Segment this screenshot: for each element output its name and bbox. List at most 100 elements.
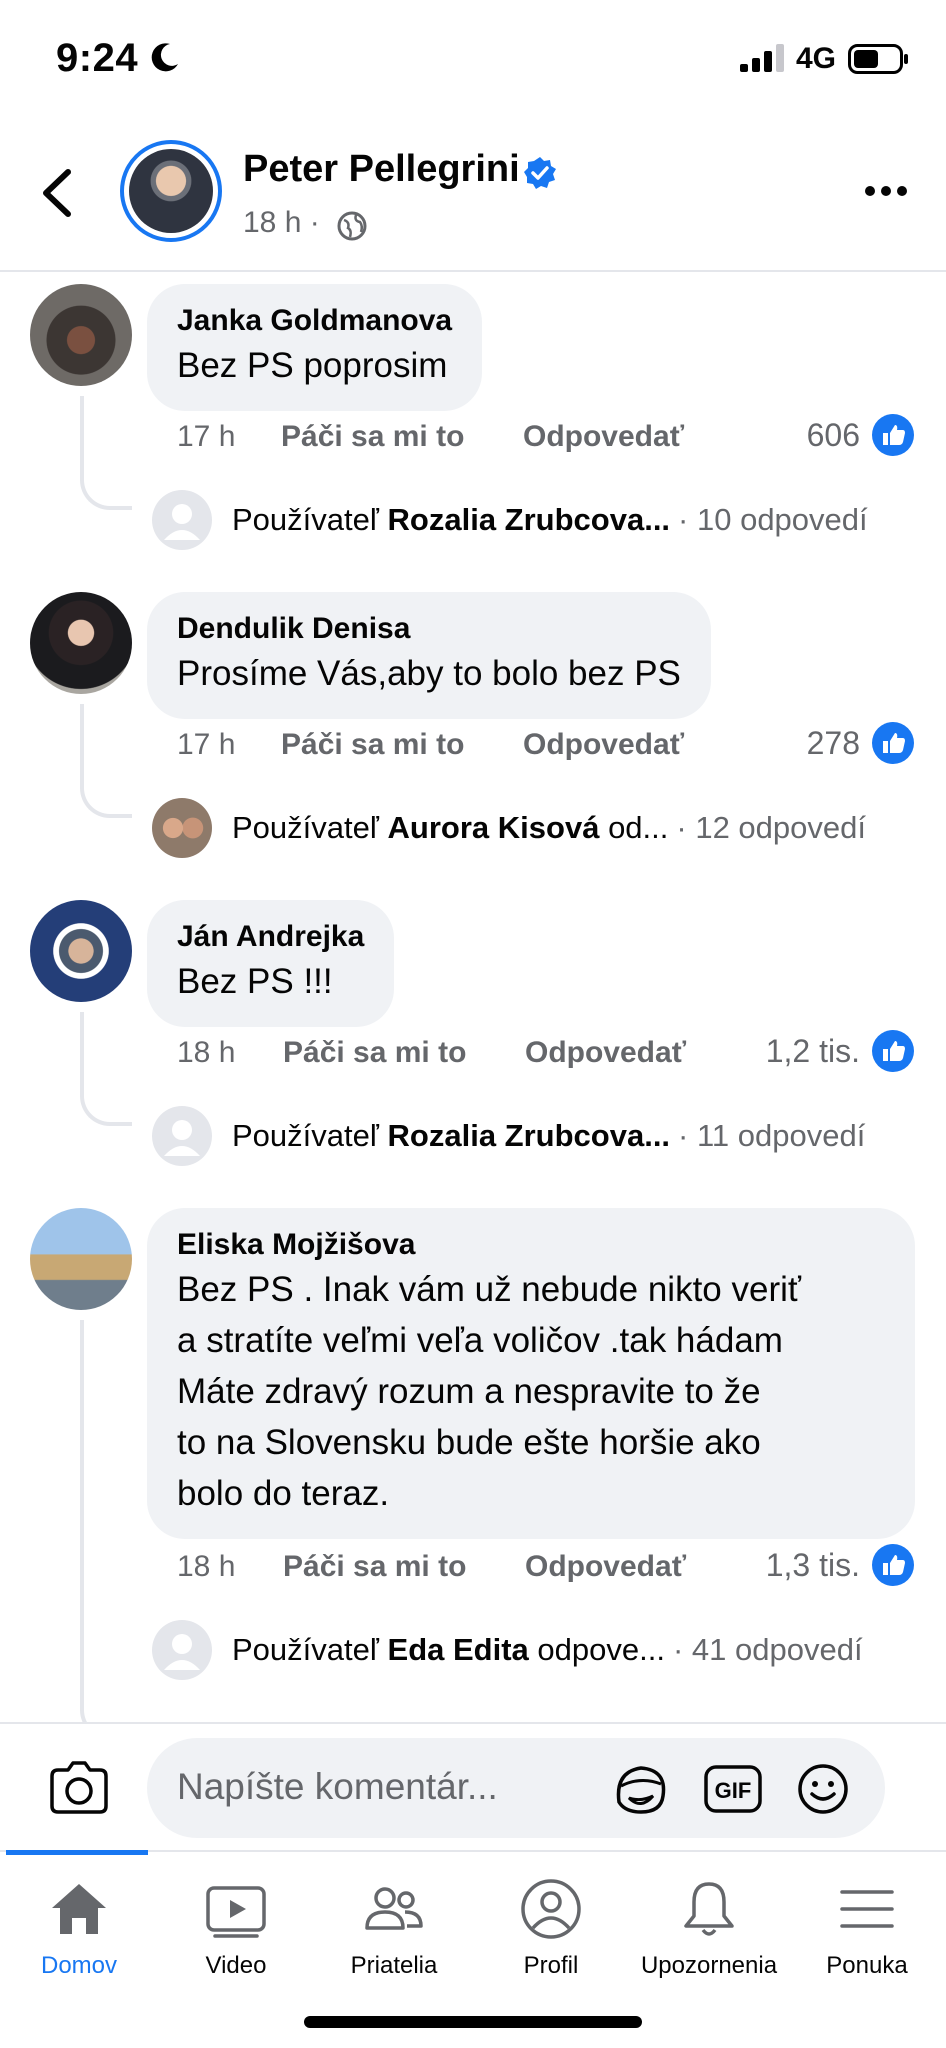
author-avatar[interactable]	[120, 140, 222, 242]
moon-icon	[151, 43, 178, 72]
tab-menu[interactable]: Ponuka	[788, 1876, 946, 1996]
like-count: 606	[806, 416, 860, 453]
signal-icon	[740, 44, 784, 72]
reply-avatar	[152, 798, 212, 858]
like-button[interactable]: Páči sa mi to	[283, 1036, 466, 1070]
tab-video[interactable]: Video	[157, 1876, 315, 1996]
status-time: 9:24	[56, 36, 139, 80]
friends-icon	[365, 1887, 423, 1930]
comment-bubble: Eliska Mojžišova Bez PS . Inak vám už ne…	[147, 1208, 915, 1539]
comment-text: Prosíme Vás,aby to bolo bez PS	[177, 654, 681, 693]
reply-count: · 10 odpovedí	[678, 502, 868, 537]
comment-bubble: Janka Goldmanova Bez PS poprosim	[147, 284, 483, 411]
comment-age: 17 h	[177, 420, 236, 453]
like-reaction-icon	[872, 1544, 914, 1586]
commenter-name[interactable]: Eliska Mojžišova	[177, 1226, 885, 1264]
tab-friends[interactable]: Priatelia	[315, 1876, 473, 1996]
like-button[interactable]: Páči sa mi to	[281, 420, 464, 454]
comment-text: Bez PS !!!	[177, 962, 333, 1001]
comment-composer: Napíšte komentár... GIF	[0, 1722, 946, 1850]
globe-icon	[337, 211, 367, 241]
comment-age: 17 h	[177, 728, 236, 761]
like-reaction-icon	[872, 414, 914, 456]
commenter-name[interactable]: Dendulik Denisa	[177, 610, 681, 648]
author-name[interactable]: Peter Pellegrini	[243, 148, 520, 191]
reply-button[interactable]: Odpovedať	[523, 728, 684, 762]
reply-button[interactable]: Odpovedať	[525, 1550, 686, 1584]
commenter-name[interactable]: Janka Goldmanova	[177, 302, 452, 340]
thread-connector	[80, 1012, 132, 1126]
active-tab-indicator	[6, 1850, 148, 1855]
reply-avatar	[152, 490, 212, 550]
status-bar: 9:24 4G	[0, 0, 946, 120]
comment-text: Bez PS poprosim	[177, 346, 448, 385]
like-button[interactable]: Páči sa mi to	[281, 728, 464, 762]
tab-home[interactable]: Domov	[0, 1876, 158, 1996]
profile-icon	[521, 1879, 581, 1939]
commenter-avatar[interactable]	[30, 592, 132, 694]
like-count: 1,2 tis.	[765, 1032, 860, 1069]
thread-connector	[80, 1320, 132, 1740]
bell-icon	[684, 1882, 734, 1936]
comment-input[interactable]: Napíšte komentár... GIF	[147, 1738, 885, 1838]
reply-avatar	[152, 1106, 212, 1166]
comment-text: Bez PS . Inak vám už nebude nikto veriť …	[177, 1270, 802, 1513]
video-icon	[206, 1886, 266, 1938]
reply-summary: Používateľ Aurora Kisová od...	[232, 810, 669, 845]
thread-connector	[80, 704, 132, 818]
home-icon	[52, 1884, 106, 1934]
reply-count: · 41 odpovedí	[672, 1632, 863, 1667]
like-count: 278	[806, 724, 860, 761]
view-replies[interactable]: Používateľ Eda Edita odpove... · 41 odpo…	[152, 1620, 863, 1680]
comment-bubble: Dendulik Denisa Prosíme Vás,aby to bolo …	[147, 592, 711, 719]
tab-notifications[interactable]: Upozornenia	[630, 1876, 788, 1996]
tab-label: Ponuka	[826, 1952, 908, 1979]
reply-button[interactable]: Odpovedať	[525, 1036, 686, 1070]
avatar-sticker-icon[interactable]	[611, 1762, 671, 1816]
reaction-count[interactable]: 278	[807, 722, 914, 764]
gif-icon[interactable]: GIF	[703, 1762, 763, 1816]
like-reaction-icon	[872, 722, 914, 764]
reply-count: · 12 odpovedí	[676, 810, 866, 845]
more-options-icon[interactable]	[864, 184, 908, 198]
view-replies[interactable]: Používateľ Rozalia Zrubcova... · 11 odpo…	[152, 1106, 865, 1166]
tab-label: Domov	[40, 1952, 118, 1979]
commenter-avatar[interactable]	[30, 1208, 132, 1310]
reaction-count[interactable]: 1,2 tis.	[766, 1030, 914, 1072]
view-replies[interactable]: Používateľ Rozalia Zrubcova... · 10 odpo…	[152, 490, 868, 550]
tab-profile[interactable]: Profil	[472, 1876, 630, 1996]
menu-icon	[840, 1890, 894, 1928]
tab-label: Video	[205, 1952, 267, 1979]
comment-age: 18 h	[177, 1036, 236, 1069]
comment-placeholder: Napíšte komentár...	[177, 1766, 498, 1807]
network-type: 4G	[796, 42, 837, 75]
reply-count: · 11 odpovedí	[678, 1118, 866, 1153]
like-button[interactable]: Páči sa mi to	[283, 1550, 466, 1584]
view-replies[interactable]: Používateľ Aurora Kisová od... · 12 odpo…	[152, 798, 866, 858]
svg-text:GIF: GIF	[715, 1778, 752, 1803]
reply-button[interactable]: Odpovedať	[523, 420, 684, 454]
reply-avatar	[152, 1620, 212, 1680]
tab-label: Profil	[523, 1952, 579, 1979]
commenter-name[interactable]: Ján Andrejka	[177, 918, 364, 956]
reaction-count[interactable]: 1,3 tis.	[766, 1544, 914, 1586]
reaction-count[interactable]: 606	[807, 414, 914, 456]
tab-label: Priatelia	[350, 1952, 438, 1979]
back-icon[interactable]	[38, 168, 78, 218]
post-age: 18 h ·	[243, 206, 320, 239]
reply-summary: Používateľ Rozalia Zrubcova...	[232, 1118, 671, 1153]
battery-icon	[848, 44, 908, 74]
post-header: Peter Pellegrini 18 h ·	[0, 120, 946, 272]
verified-badge-icon	[524, 157, 556, 189]
emoji-icon[interactable]	[793, 1762, 853, 1816]
reply-summary: Používateľ Rozalia Zrubcova...	[232, 502, 671, 537]
commenter-avatar[interactable]	[30, 900, 132, 1002]
like-count: 1,3 tis.	[765, 1546, 860, 1583]
comment-bubble: Ján Andrejka Bez PS !!!	[147, 900, 395, 1027]
comment-age: 18 h	[177, 1550, 236, 1583]
commenter-avatar[interactable]	[30, 284, 132, 386]
camera-icon[interactable]	[48, 1760, 110, 1816]
like-reaction-icon	[872, 1030, 914, 1072]
home-indicator	[304, 2016, 642, 2028]
reply-summary: Používateľ Eda Edita odpove...	[232, 1632, 665, 1667]
